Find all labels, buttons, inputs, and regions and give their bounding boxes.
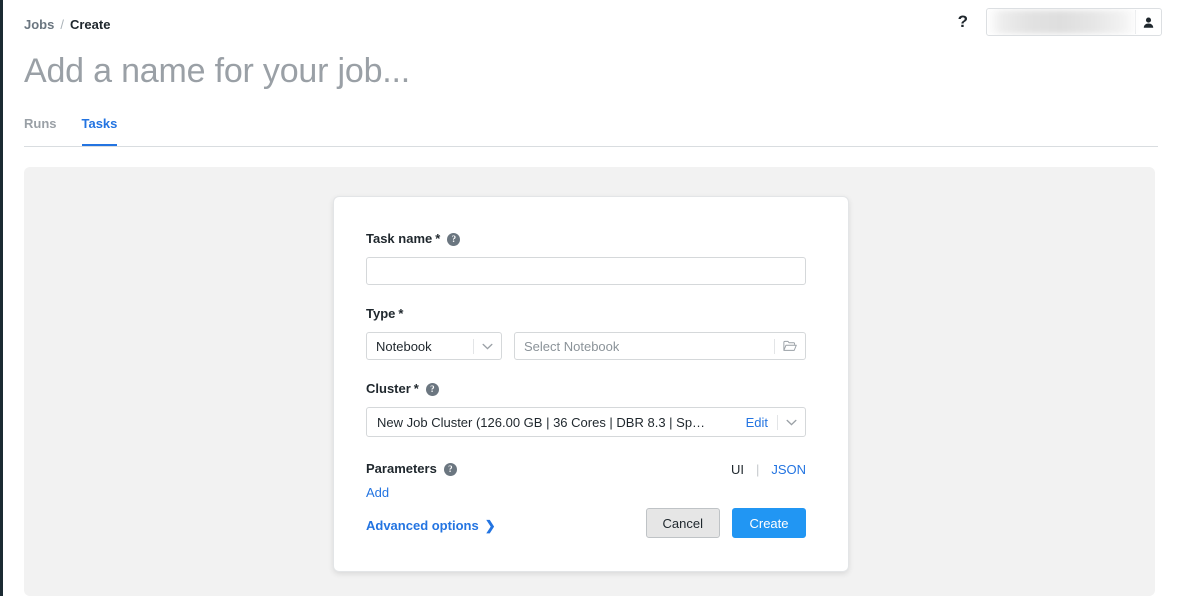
chevron-down-icon	[482, 343, 493, 350]
task-config-fields: Task name * ? Type * Notebook Select Not…	[366, 230, 806, 533]
task-name-required: *	[435, 230, 440, 248]
notebook-picker[interactable]: Select Notebook	[514, 332, 806, 360]
select-divider	[777, 415, 778, 430]
parameters-row: Parameters ? UI | JSON	[366, 460, 806, 478]
parameters-ui-option[interactable]: UI	[731, 462, 744, 477]
breadcrumb-jobs-link[interactable]: Jobs	[24, 17, 54, 32]
select-divider	[473, 339, 474, 354]
type-select[interactable]: Notebook	[366, 332, 502, 360]
cluster-label-text: Cluster	[366, 380, 411, 398]
job-name-title-input[interactable]: Add a name for your job...	[24, 50, 410, 92]
help-circle-icon[interactable]: ?	[426, 383, 439, 396]
person-icon	[1142, 16, 1155, 29]
page-header: Jobs / Create Add a name for your job... ?…	[3, 0, 1177, 148]
task-name-label-text: Task name	[366, 230, 432, 248]
cancel-button[interactable]: Cancel	[646, 508, 720, 538]
cluster-label: Cluster * ?	[366, 380, 806, 398]
type-label-text: Type	[366, 305, 395, 323]
type-required: *	[398, 305, 403, 323]
type-select-caret	[473, 339, 501, 354]
type-row: Notebook Select Notebook	[366, 332, 806, 360]
help-circle-icon[interactable]: ?	[444, 463, 457, 476]
tab-tasks[interactable]: Tasks	[82, 116, 118, 147]
user-name-redacted	[987, 10, 1135, 34]
help-icon[interactable]: ?	[958, 12, 968, 32]
cluster-required: *	[414, 380, 419, 398]
user-chip[interactable]	[986, 8, 1162, 36]
breadcrumb-separator: /	[60, 17, 64, 32]
card-action-buttons: Cancel Create	[366, 508, 806, 538]
tab-runs[interactable]: Runs	[24, 116, 57, 147]
cluster-select[interactable]: New Job Cluster (126.00 GB | 36 Cores | …	[366, 407, 806, 437]
avatar[interactable]	[1135, 10, 1161, 34]
type-select-value: Notebook	[376, 339, 432, 354]
task-config-card: Task name * ? Type * Notebook Select Not…	[333, 196, 849, 572]
parameters-label-text: Parameters	[366, 460, 437, 478]
notebook-placeholder: Select Notebook	[524, 339, 619, 354]
folder-open-icon	[783, 340, 797, 352]
cluster-select-value: New Job Cluster (126.00 GB | 36 Cores | …	[377, 415, 746, 430]
parameters-option-separator: |	[756, 462, 759, 477]
select-divider	[774, 339, 775, 354]
cluster-select-caret	[777, 415, 805, 430]
breadcrumb: Jobs / Create	[24, 16, 110, 34]
header-right-controls: ?	[958, 9, 1162, 35]
task-name-input[interactable]	[366, 257, 806, 285]
tab-bar: Runs Tasks	[24, 108, 142, 147]
add-parameter-link[interactable]: Add	[366, 485, 389, 500]
help-circle-icon[interactable]: ?	[447, 233, 460, 246]
parameters-label: Parameters ?	[366, 460, 457, 478]
notebook-folder-button[interactable]	[774, 339, 805, 354]
cluster-edit-link[interactable]: Edit	[746, 415, 768, 430]
create-button[interactable]: Create	[732, 508, 806, 538]
parameters-format-toggle: UI | JSON	[731, 462, 806, 477]
header-divider	[24, 146, 1158, 147]
type-label: Type *	[366, 305, 806, 323]
breadcrumb-current: Create	[70, 17, 110, 32]
task-name-label: Task name * ?	[366, 230, 806, 248]
chevron-down-icon	[786, 419, 797, 426]
parameters-json-option[interactable]: JSON	[771, 462, 806, 477]
